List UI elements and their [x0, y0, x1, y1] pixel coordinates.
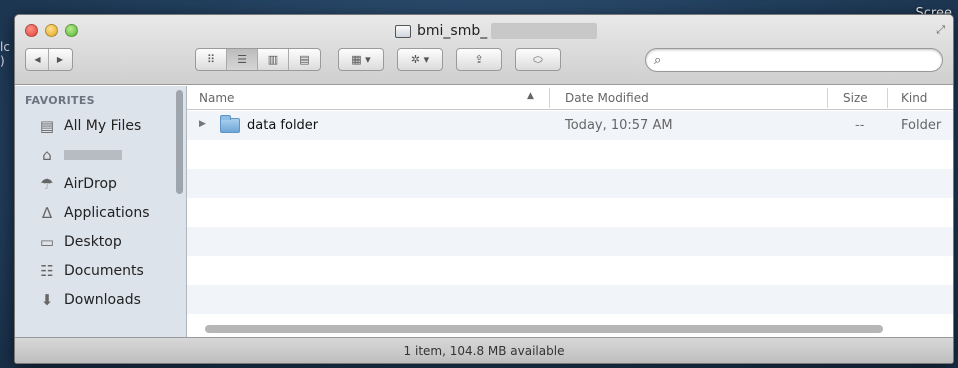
minimize-button[interactable]: [45, 24, 58, 37]
share-button[interactable]: ⇪: [456, 48, 502, 71]
sort-ascending-icon: ▲: [527, 91, 534, 101]
arrange-icon: ▦ ▾: [351, 53, 371, 66]
tags-button[interactable]: ⬭: [515, 48, 561, 71]
row-size: --: [855, 118, 865, 133]
sidebar-item-home[interactable]: ⌂: [37, 143, 122, 167]
sidebar-item-downloads[interactable]: ⬇ Downloads: [37, 288, 141, 312]
back-arrow-icon: ◀: [34, 55, 41, 64]
back-forward-control: ◀ ▶: [25, 48, 73, 71]
column-view-icon: ▥: [267, 53, 279, 66]
empty-row: [187, 169, 953, 198]
desktop-icon: ▭: [39, 233, 55, 251]
coverflow-view-button[interactable]: ▤: [289, 49, 320, 70]
list-view-button[interactable]: ☰: [227, 49, 258, 70]
column-divider[interactable]: [549, 88, 550, 108]
row-name: data folder: [247, 118, 319, 133]
gear-icon: ✲ ▾: [410, 53, 430, 66]
downloads-icon: ⬇: [40, 291, 54, 309]
status-text: 1 item, 104.8 MB available: [403, 343, 565, 358]
sidebar-item-applications[interactable]: ∆ Applications: [37, 201, 150, 225]
home-icon: ⌂: [42, 146, 52, 164]
disclosure-triangle-icon[interactable]: ▶: [199, 119, 206, 129]
forward-arrow-icon: ▶: [56, 55, 64, 64]
sidebar-item-label: Downloads: [64, 292, 141, 308]
sidebar-item-airdrop[interactable]: ☂ AirDrop: [37, 172, 117, 196]
empty-row: [187, 140, 953, 169]
share-icon: ⇪: [474, 53, 484, 66]
sidebar-item-label: Documents: [64, 263, 144, 279]
column-header-date-modified[interactable]: Date Modified: [565, 91, 649, 105]
desktop-edge-text: lc ): [0, 40, 10, 68]
column-header-name[interactable]: Name: [199, 91, 234, 105]
status-bar: 1 item, 104.8 MB available: [15, 337, 953, 363]
column-header-size[interactable]: Size: [843, 91, 868, 105]
folder-icon: [220, 115, 240, 133]
empty-row: [187, 256, 953, 285]
coverflow-view-icon: ▤: [299, 53, 310, 66]
sidebar-item-label: All My Files: [64, 118, 142, 134]
icon-view-icon: ⠿: [206, 53, 216, 66]
fullscreen-icon[interactable]: ⤢: [936, 23, 945, 37]
sidebar-scrollbar[interactable]: [176, 90, 183, 194]
search-field[interactable]: ⌕: [645, 48, 943, 72]
column-header-row: Name ▲ Date Modified Size Kind: [187, 86, 953, 110]
column-header-kind[interactable]: Kind: [901, 91, 927, 105]
back-button[interactable]: ◀: [27, 49, 49, 70]
file-list: Name ▲ Date Modified Size Kind ▶ data fo…: [187, 86, 953, 337]
icon-view-button[interactable]: ⠿: [196, 49, 227, 70]
sidebar-item-label: AirDrop: [64, 176, 117, 192]
arrange-button[interactable]: ▦ ▾: [338, 48, 384, 71]
row-kind: Folder: [901, 118, 942, 133]
sidebar-item-desktop[interactable]: ▭ Desktop: [37, 230, 122, 254]
view-mode-control: ⠿ ☰ ▥ ▤: [195, 48, 321, 71]
window-controls: [25, 24, 78, 37]
sidebar-item-label: Applications: [64, 205, 150, 221]
network-volume-icon: [395, 24, 411, 38]
row-date-modified: Today, 10:57 AM: [565, 118, 673, 133]
list-view-icon: ☰: [237, 53, 247, 66]
window-title: bmi_smb_: [395, 22, 598, 40]
zoom-button[interactable]: [65, 24, 78, 37]
empty-row: [187, 285, 953, 314]
title-bar: bmi_smb_ ⤢ ◀ ▶ ⠿ ☰ ▥ ▤ ▦ ▾ ✲ ▾ ⇪ ⬭ ⌕: [15, 15, 953, 85]
all-files-icon: ▤: [39, 117, 55, 135]
sidebar-item-label: Desktop: [64, 234, 122, 250]
forward-button[interactable]: ▶: [49, 49, 71, 70]
horizontal-scrollbar[interactable]: [205, 325, 883, 333]
airdrop-icon: ☂: [40, 175, 54, 193]
column-divider[interactable]: [827, 88, 828, 108]
tag-icon: ⬭: [533, 52, 543, 66]
redacted-home-name: [64, 150, 122, 160]
search-input[interactable]: [665, 50, 926, 70]
column-view-button[interactable]: ▥: [258, 49, 289, 70]
finder-window: bmi_smb_ ⤢ ◀ ▶ ⠿ ☰ ▥ ▤ ▦ ▾ ✲ ▾ ⇪ ⬭ ⌕ FAV…: [14, 14, 954, 364]
empty-row: [187, 198, 953, 227]
documents-icon: ☷: [40, 262, 54, 280]
applications-icon: ∆: [41, 204, 53, 222]
sidebar: FAVORITES ▤ All My Files ⌂ ☂ AirDrop ∆ A…: [15, 86, 187, 337]
action-button[interactable]: ✲ ▾: [397, 48, 443, 71]
title-redacted-block: [491, 23, 598, 39]
sidebar-item-documents[interactable]: ☷ Documents: [37, 259, 144, 283]
table-row[interactable]: ▶ data folder Today, 10:57 AM -- Folder: [187, 111, 953, 140]
close-button[interactable]: [25, 24, 38, 37]
empty-row: [187, 227, 953, 256]
favorites-header: FAVORITES: [25, 94, 95, 107]
sidebar-item-all-my-files[interactable]: ▤ All My Files: [37, 114, 141, 138]
search-icon: ⌕: [654, 52, 662, 68]
window-title-text: bmi_smb_: [417, 23, 488, 39]
column-divider[interactable]: [887, 88, 888, 108]
